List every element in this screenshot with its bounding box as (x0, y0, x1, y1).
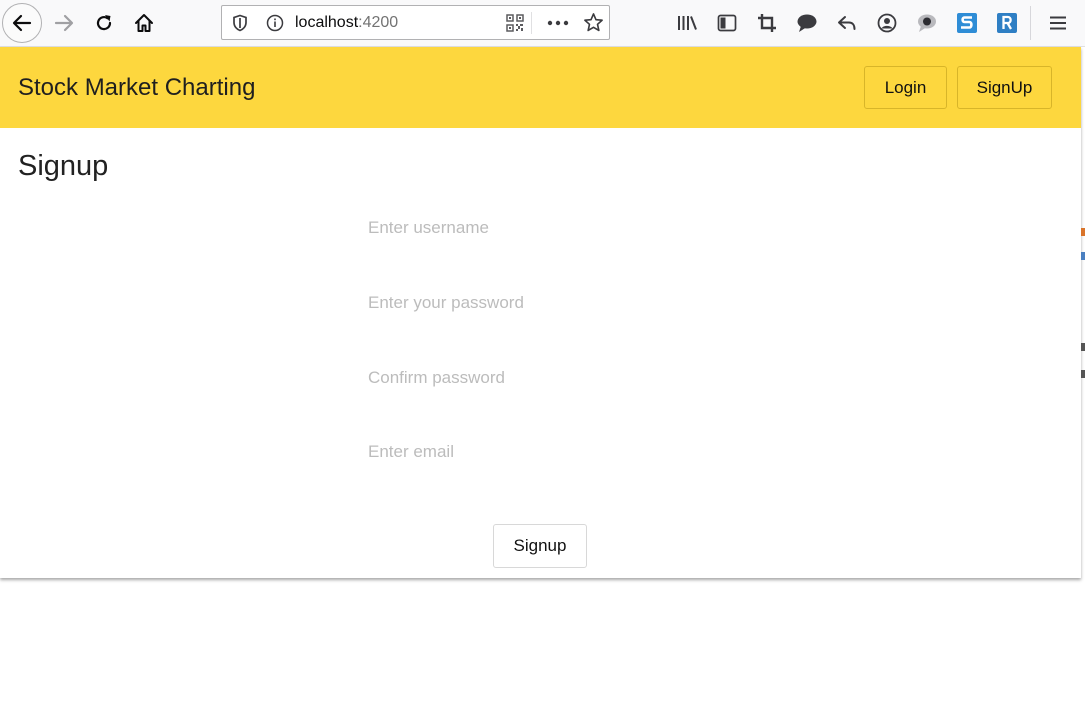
url-text[interactable]: localhost:4200 (295, 6, 398, 39)
crop-icon[interactable] (752, 8, 782, 38)
extension-s-icon[interactable] (952, 8, 982, 38)
url-host: localhost (295, 14, 359, 31)
back-button[interactable] (2, 3, 42, 43)
app-window: Stock Market Charting Login SignUp Signu… (0, 47, 1081, 578)
password-input[interactable] (368, 288, 708, 318)
reload-button[interactable] (84, 3, 124, 43)
reply-icon[interactable] (832, 8, 862, 38)
page-title: Signup (18, 150, 109, 182)
username-input[interactable] (368, 213, 708, 243)
app-header: Stock Market Charting Login SignUp (0, 47, 1081, 128)
email-input[interactable] (368, 437, 708, 467)
signup-submit-button[interactable]: Signup (493, 524, 587, 568)
home-button[interactable] (124, 3, 164, 43)
chat-bubble-icon[interactable] (792, 8, 822, 38)
library-icon[interactable] (672, 8, 702, 38)
url-bar[interactable]: localhost:4200 (221, 5, 610, 40)
background-window-edge (1081, 343, 1085, 351)
url-bar-divider (531, 12, 532, 34)
background-window-edge (1081, 252, 1085, 260)
browser-toolbar: localhost:4200 (0, 0, 1085, 47)
confirm-password-input[interactable] (368, 363, 708, 393)
account-icon[interactable] (872, 8, 902, 38)
app-brand-title[interactable]: Stock Market Charting (18, 47, 255, 128)
url-port: :4200 (358, 14, 399, 31)
info-icon[interactable] (264, 6, 286, 39)
sidebar-icon[interactable] (712, 8, 742, 38)
forward-button[interactable] (44, 3, 84, 43)
bookmark-star-icon[interactable] (581, 6, 605, 39)
extension-chat-icon[interactable] (912, 8, 942, 38)
qr-code-icon[interactable] (504, 6, 526, 39)
toolbar-divider (1030, 6, 1031, 40)
background-window-edge (1081, 370, 1085, 378)
shield-icon[interactable] (230, 6, 250, 39)
extension-r-icon[interactable] (992, 8, 1022, 38)
hamburger-menu-icon[interactable] (1043, 8, 1073, 38)
signup-nav-button[interactable]: SignUp (957, 66, 1052, 109)
reload-icon (96, 15, 112, 31)
arrow-left-icon (12, 14, 32, 32)
background-window-edge (1081, 228, 1085, 236)
more-actions-icon[interactable] (545, 6, 571, 39)
home-icon (135, 14, 153, 32)
arrow-right-icon (54, 14, 74, 32)
login-button[interactable]: Login (864, 66, 947, 109)
